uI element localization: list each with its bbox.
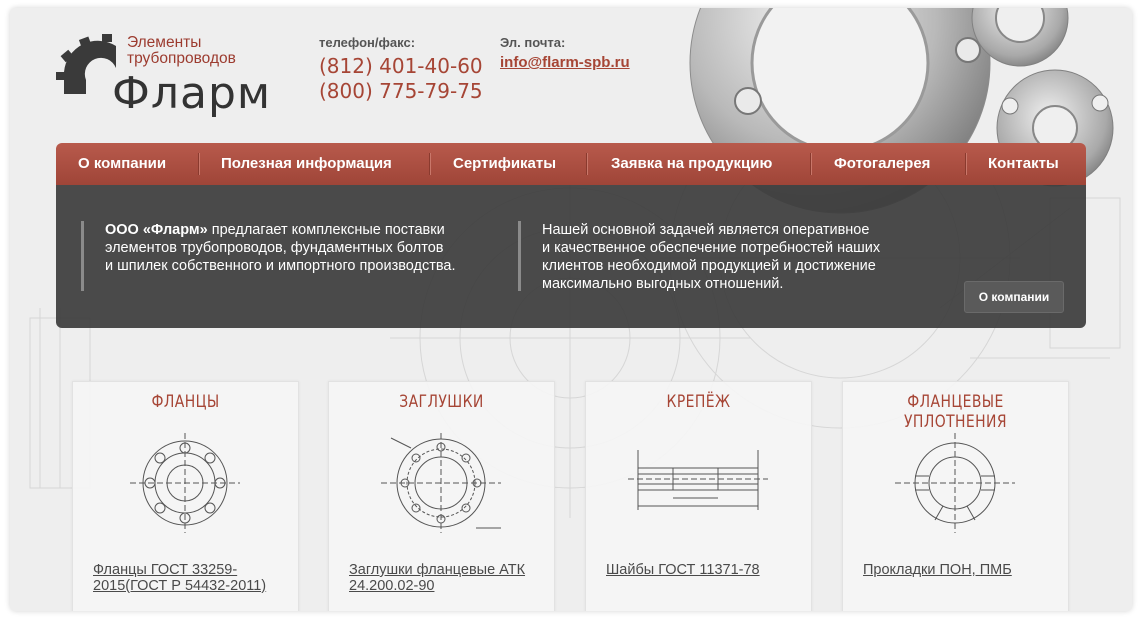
nav-item-useful-info[interactable]: Полезная информация — [221, 143, 392, 185]
nav-item-about[interactable]: О компании — [78, 143, 166, 185]
nav-divider — [586, 153, 588, 175]
card-link[interactable]: Фланцы ГОСТ 33259- 2015(ГОСТ Р 54432-201… — [93, 562, 288, 594]
card-title: КРЕПЁЖ — [666, 392, 731, 412]
nav-item-gallery[interactable]: Фотогалерея — [834, 143, 930, 185]
product-card-fasteners[interactable]: КРЕПЁЖ Шайбы ГОСТ 11371-78 — [585, 381, 812, 611]
nav-item-contacts[interactable]: Контакты — [988, 143, 1059, 185]
nav-item-certificates[interactable]: Сертификаты — [453, 143, 556, 185]
nav-divider — [810, 153, 812, 175]
card-link[interactable]: Шайбы ГОСТ 11371-78 — [606, 562, 801, 578]
flange-drawing-icon — [130, 433, 240, 533]
stud-drawing-icon — [628, 450, 768, 510]
nav-divider — [198, 153, 200, 175]
card-title: ЗАГЛУШКИ — [399, 392, 484, 412]
quote-bar — [518, 221, 521, 291]
phone-label: телефон/факс: — [319, 35, 416, 50]
page: Элементы трубопроводов Фларм телефон/фак… — [10, 8, 1132, 611]
card-title: ФЛАНЦЫ — [151, 392, 220, 412]
logo-name: Фларм — [112, 68, 272, 119]
product-card-blinds[interactable]: ЗАГЛУШКИ Заглушки фланцевые АТК 24.200.0… — [328, 381, 555, 611]
intro-text-right: Нашей основной задачей является оператив… — [542, 222, 881, 292]
card-title: ФЛАНЦЕВЫЕ УПЛОТНЕНИЯ — [904, 392, 1007, 432]
card-link[interactable]: Заглушки фланцевые АТК 24.200.02-90 — [349, 562, 544, 594]
intro-band: ООО «Фларм» предлагает комплексные поста… — [56, 185, 1086, 328]
nav-item-order[interactable]: Заявка на продукцию — [611, 143, 772, 185]
product-card-flanges[interactable]: ФЛАНЦЫ Фланцы ГОСТ 33259- 2015(ГОСТ Р 54… — [72, 381, 299, 611]
nav-divider — [965, 153, 967, 175]
quote-bar — [81, 221, 84, 291]
phone-number-2[interactable]: (800) 775-79-75 — [319, 78, 483, 104]
gasket-drawing-icon — [895, 433, 1015, 533]
email-label: Эл. почта: — [500, 35, 566, 50]
phone-number-1[interactable]: (812) 401-40-60 — [319, 53, 483, 79]
email-link[interactable]: info@flarm-spb.ru — [500, 54, 630, 71]
about-company-button[interactable]: О компании — [964, 281, 1064, 313]
main-nav: О компании Полезная информация Сертифика… — [56, 143, 1086, 185]
logo-tagline: Элементы трубопроводов — [127, 34, 236, 67]
intro-text-left: ООО «Фларм» предлагает комплексные поста… — [105, 222, 456, 274]
blind-flange-drawing-icon — [381, 433, 501, 533]
product-card-gaskets[interactable]: ФЛАНЦЕВЫЕ УПЛОТНЕНИЯ Прокладки ПОН, ПМБ — [842, 381, 1069, 611]
nav-divider — [429, 153, 431, 175]
card-link[interactable]: Прокладки ПОН, ПМБ — [863, 562, 1058, 578]
logo[interactable]: Элементы трубопроводов Фларм — [54, 28, 270, 118]
